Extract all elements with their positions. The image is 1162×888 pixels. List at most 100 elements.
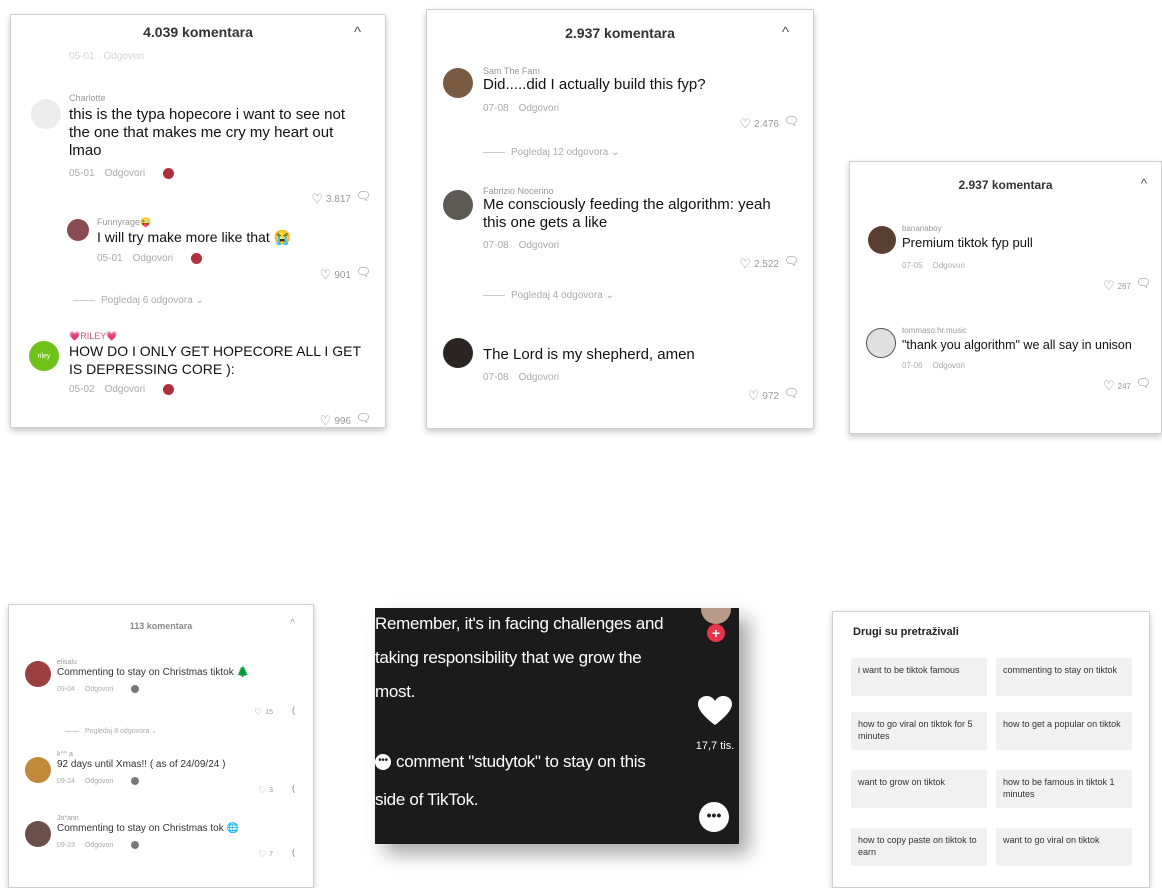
reply-button[interactable]: Odgovori [105, 384, 146, 395]
heart-icon: ♡ [747, 388, 760, 403]
search-suggestion[interactable]: how to get a popular on tiktok [996, 712, 1132, 750]
comment-username[interactable]: Jo*ann [57, 815, 303, 822]
video-frame[interactable]: Remember, it's in facing challenges and … [375, 608, 739, 844]
comment-username[interactable]: bananaboy [902, 224, 1151, 233]
dislike-icon[interactable]: 🗨 [1136, 376, 1151, 390]
comment-username[interactable]: elisalu [57, 659, 303, 666]
like-count: 3.817 [325, 193, 351, 205]
avatar[interactable] [25, 757, 51, 783]
dislike-icon[interactable]: 🗨 [784, 386, 799, 400]
comment-item: The Lord is my shepherd, amen 07-08 Odgo… [427, 336, 813, 406]
like-button[interactable]: ♡ 7 [258, 849, 273, 860]
creator-like-icon [131, 777, 140, 785]
comment-text: Me consciously feeding the algorithm: ye… [483, 196, 771, 231]
dislike-icon[interactable]: ( [292, 783, 295, 793]
dislike-icon[interactable]: ( [292, 847, 295, 857]
like-count: 247 [1117, 381, 1131, 391]
avatar[interactable] [67, 219, 89, 241]
search-suggestion[interactable]: how to copy paste on tiktok to earn [851, 828, 987, 866]
reply-button[interactable]: Odgovori [932, 261, 964, 270]
view-replies-label: Pogledaj 4 odgovora ⌄ [511, 290, 614, 301]
avatar[interactable] [443, 68, 473, 98]
reply-button[interactable]: Odgovori [133, 253, 174, 264]
search-suggestion[interactable]: how to go viral on tiktok for 5 minutes [851, 712, 987, 750]
comment-username[interactable]: Sam The Fam [483, 66, 797, 76]
comment-date: 07-08 [483, 372, 509, 383]
reply-button[interactable]: Odgovori [105, 168, 146, 179]
comment-username[interactable]: tommaso.hr.music [902, 326, 1153, 335]
reply-button[interactable]: Odgovori [519, 240, 560, 251]
reply-button[interactable]: Odgovori [85, 778, 113, 785]
search-suggestion[interactable]: want to go viral on tiktok [996, 828, 1132, 866]
avatar[interactable] [868, 226, 896, 254]
view-replies-button[interactable]: Pogledaj 4 odgovora ⌄ [483, 290, 614, 301]
like-button[interactable]: ♡ 267 [1103, 278, 1131, 294]
comment-username[interactable]: Funnyrage😜 [97, 217, 369, 228]
comment-meta: 07-06 Odgovori [902, 361, 1153, 370]
like-video-button[interactable]: 17,7 tis. [695, 696, 735, 752]
search-suggestion[interactable]: want to grow on tiktok [851, 770, 987, 808]
reply-button[interactable]: Odgovori [85, 842, 113, 849]
comment-meta: 09-04 Odgovori [57, 685, 303, 693]
divider [483, 295, 505, 296]
avatar[interactable] [866, 328, 896, 358]
related-searches-title: Drugi su pretraživali [853, 626, 959, 638]
like-button[interactable]: ♡ 996 [320, 413, 351, 427]
collapse-chevron-icon[interactable]: ^ [354, 24, 361, 41]
avatar[interactable] [31, 99, 61, 129]
dislike-icon[interactable]: 🗨 [784, 254, 799, 268]
comment-item: bananaboy Premium tiktok fyp pull 07-05 … [850, 224, 1161, 294]
dislike-icon[interactable]: 🗨 [784, 114, 799, 128]
dislike-icon[interactable]: 🗨 [1136, 276, 1151, 290]
search-suggestion[interactable]: i want to be tiktok famous [851, 658, 987, 696]
avatar[interactable] [25, 661, 51, 687]
dislike-icon[interactable]: ( [292, 705, 295, 715]
avatar[interactable]: riley [29, 341, 59, 371]
search-suggestion[interactable]: how to be famous in tiktok 1 minutes [996, 770, 1132, 808]
like-button[interactable]: ♡ 2.476 [739, 116, 779, 132]
like-button[interactable]: ♡ 972 [748, 388, 779, 404]
reply-button[interactable]: Odgovori [932, 361, 964, 370]
comment-item: Jo*ann Commenting to stay on Christmas t… [9, 815, 313, 875]
like-button[interactable]: ♡ 3.817 [311, 191, 351, 207]
collapse-chevron-icon[interactable]: ^ [290, 618, 295, 629]
collapse-chevron-icon[interactable]: ^ [782, 24, 789, 41]
view-replies-button[interactable]: Pogledaj 8 odgovora ⌄ [65, 727, 157, 735]
follow-plus-icon[interactable]: + [707, 624, 725, 642]
heart-icon: ♡ [254, 707, 263, 717]
dislike-icon[interactable]: 🗨 [356, 189, 371, 203]
comment-item: riley 💗RILEY💗 HOW DO I ONLY GET HOPECORE… [11, 331, 385, 427]
partial-comment-meta: 05-01 · Odgovori [69, 51, 145, 62]
search-suggestion[interactable]: commenting to stay on tiktok [996, 658, 1132, 696]
dislike-icon[interactable]: 🗨 [356, 265, 371, 279]
avatar[interactable] [25, 821, 51, 847]
comment-username[interactable]: Fabrizio Nocerino [483, 186, 797, 196]
like-button[interactable]: ♡ 3 [258, 785, 273, 796]
comment-date: 09-23 [57, 841, 75, 849]
video-like-count: 17,7 tis. [695, 740, 735, 752]
comments-panel-1: 4.039 komentara ^ 05-01 · Odgovori Charl… [10, 14, 386, 428]
creator-avatar[interactable] [701, 608, 731, 624]
like-count: 7 [269, 851, 273, 858]
comment-username[interactable]: k^^ a [57, 751, 303, 758]
reply-button[interactable]: Odgovori [519, 103, 560, 114]
heart-icon: ♡ [1102, 278, 1115, 293]
dislike-icon[interactable]: 🗨 [356, 411, 371, 425]
comment-username[interactable]: 💗RILEY💗 [69, 331, 369, 342]
collapse-chevron-icon[interactable]: ^ [1141, 176, 1147, 191]
like-button[interactable]: ♡ 15 [254, 707, 273, 718]
comment-text: 92 days until Xmas!! ( as of 24/09/24 ) [57, 759, 226, 770]
comment-username[interactable]: Charlotte [69, 93, 369, 103]
comments-button[interactable]: ••• [699, 802, 729, 832]
like-button[interactable]: ♡ 247 [1103, 378, 1131, 394]
view-replies-button[interactable]: Pogledaj 6 odgovora ⌄ [73, 295, 204, 306]
like-count: 901 [334, 269, 351, 281]
like-button[interactable]: ♡ 901 [320, 267, 351, 283]
comment-text: I will try make more like that 😭 [97, 229, 292, 245]
reply-button[interactable]: Odgovori [519, 372, 560, 383]
avatar[interactable] [443, 338, 473, 368]
reply-button[interactable]: Odgovori [85, 686, 113, 693]
avatar[interactable] [443, 190, 473, 220]
like-button[interactable]: ♡ 2.522 [739, 256, 779, 272]
view-replies-button[interactable]: Pogledaj 12 odgovora ⌄ [483, 147, 619, 158]
